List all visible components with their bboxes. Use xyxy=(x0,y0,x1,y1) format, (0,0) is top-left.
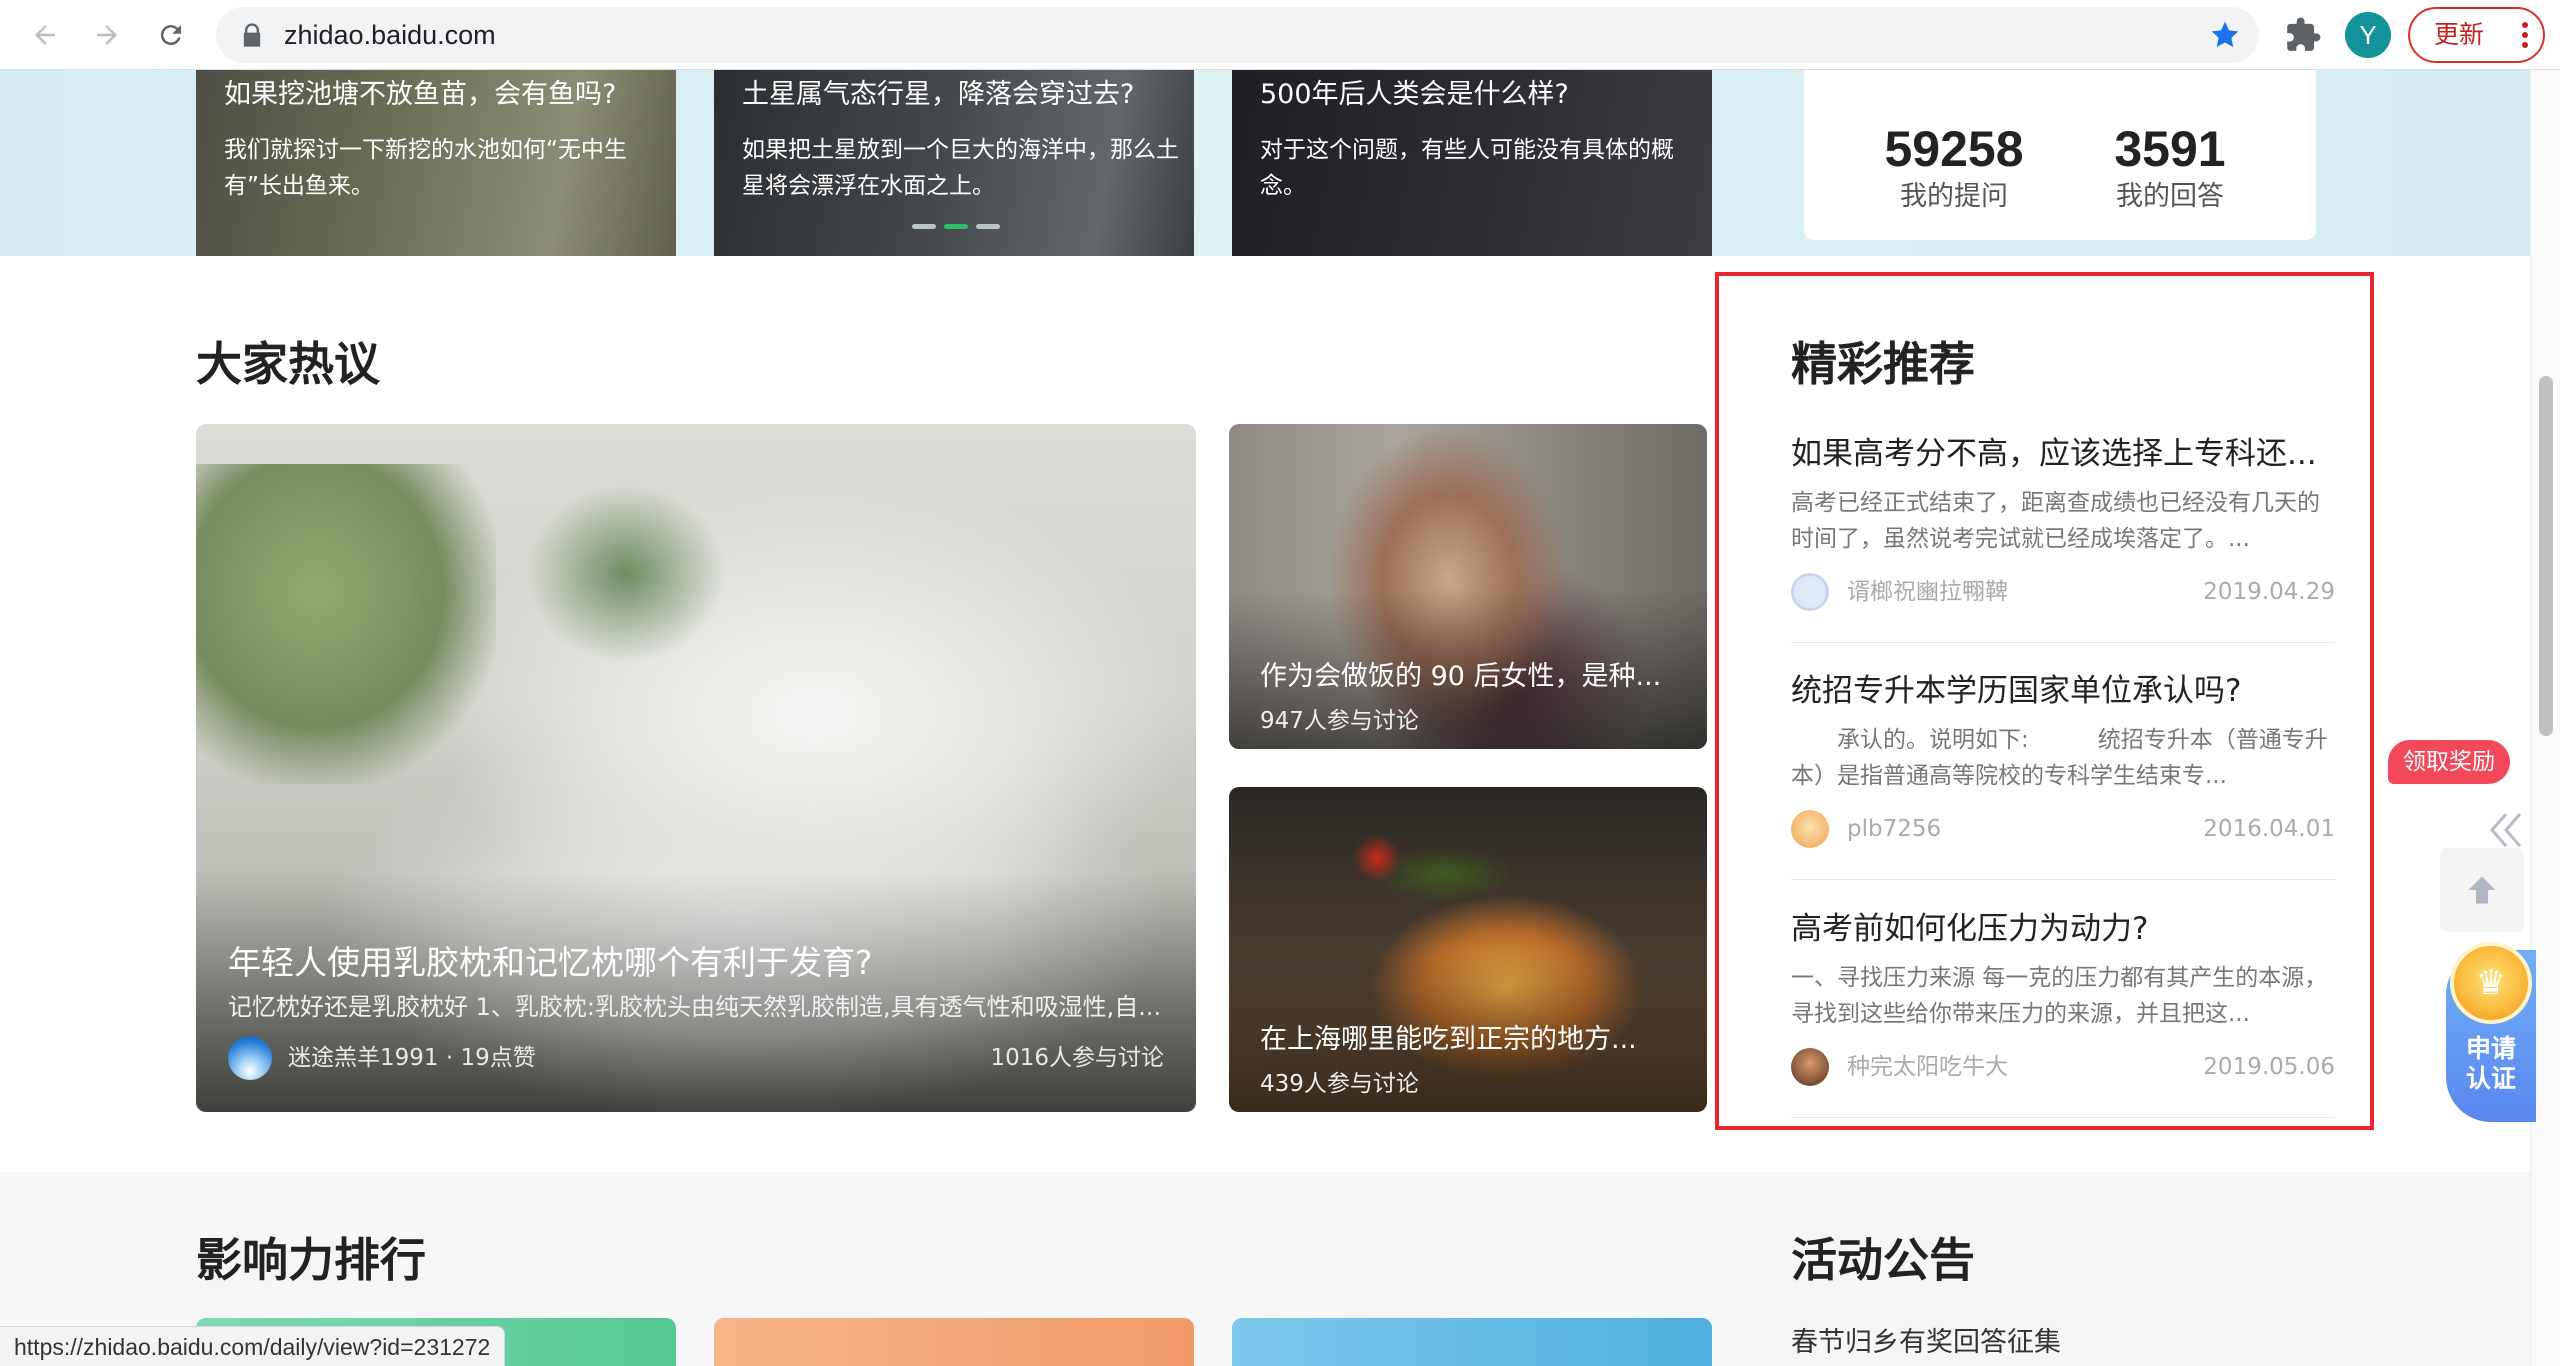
activity-title: 活动公告 xyxy=(1791,1233,1975,1287)
divider xyxy=(1791,642,2335,643)
card-image-decoration xyxy=(526,484,726,664)
activity-item[interactable]: 春节归乡有奖回答征集 xyxy=(1791,1320,2061,1359)
recommend-answer: 承认的。说明如下: 统招专升本（普通专升本）是指普通高等院校的专科学生结束专..… xyxy=(1791,727,2328,789)
update-label: 更新 xyxy=(2434,20,2485,49)
more-vertical-icon xyxy=(2522,22,2528,48)
carousel-indicator xyxy=(912,224,1000,229)
apply-certification-label: 申请 认证 xyxy=(2446,1034,2536,1094)
update-button[interactable]: 更新 xyxy=(2408,7,2545,63)
page-scrollbar[interactable] xyxy=(2530,70,2560,1366)
recommend-title: 精彩推荐 xyxy=(1791,337,1975,391)
recommend-user[interactable]: 谞榔祝豳拉翈鞞 xyxy=(1847,573,2008,611)
recommend-meta: 种完太阳吃牛大 2019.05.06 xyxy=(1791,1048,2335,1086)
forward-button[interactable] xyxy=(86,14,128,56)
reload-button[interactable] xyxy=(150,14,192,56)
banner-card-desc: 对于这个问题，有些人可能没有具体的概念。 xyxy=(1260,137,1674,199)
recommend-question[interactable]: 统招专升本学历国家单位承认吗? xyxy=(1791,665,2335,710)
reload-icon xyxy=(160,25,181,46)
recommend-question[interactable]: 如果高考分不高，应该选择上专科还... xyxy=(1791,428,2335,473)
banner-card[interactable]: 500年后人类会是什么样? 对于这个问题，有些人可能没有具体的概念。 xyxy=(1232,70,1712,256)
banner-card-title: 如果挖池塘不放鱼苗，会有鱼吗? xyxy=(224,79,617,110)
recommend-user[interactable]: plb7256 xyxy=(1847,810,1941,848)
claim-reward-button[interactable]: 领取奖励 xyxy=(2388,740,2510,784)
crown-medal-icon: ♛ xyxy=(2450,942,2532,1024)
status-bar-url: https://zhidao.baidu.com/daily/view?id=2… xyxy=(0,1326,506,1366)
hot-side-card[interactable]: 在上海哪里能吃到正宗的地方... 439人参与讨论 xyxy=(1229,787,1707,1112)
hot-main-author[interactable]: 迷途羔羊1991 · 19点赞 xyxy=(288,1036,536,1080)
hot-main-count: 1016人参与讨论 xyxy=(990,1045,1164,1071)
hot-side-card[interactable]: 作为会做饭的 90 后女性，是种... 947人参与讨论 xyxy=(1229,424,1707,749)
recommend-meta: 谞榔祝豳拉翈鞞 2019.04.29 xyxy=(1791,573,2335,611)
recommend-user[interactable]: 种完太阳吃牛大 xyxy=(1847,1048,2008,1086)
apply-certification-button[interactable]: ♛ 申请 认证 xyxy=(2446,942,2536,1122)
avatar[interactable] xyxy=(1791,810,1829,848)
address-url: zhidao.baidu.com xyxy=(284,20,496,50)
user-stats-card: 59258 我的提问 3591 我的回答 xyxy=(1804,70,2316,240)
arrow-up-icon xyxy=(2468,876,2496,904)
recommend-answer: 高考已经正式结束了，距离查成绩也已经没有几天的时间了，虽然说考完试就已经成埃落定… xyxy=(1791,490,2320,552)
my-answers-count: 3591 xyxy=(2114,121,2226,177)
recommend-item[interactable]: 统招专升本学历国家单位承认吗? 承认的。说明如下: 统招专升本（普通专升本）是指… xyxy=(1791,665,2335,880)
recommend-date: 2019.05.06 xyxy=(2203,1054,2335,1080)
my-questions-stat[interactable]: 59258 我的提问 xyxy=(1854,120,2054,213)
recommend-meta: plb7256 2016.04.01 xyxy=(1791,810,2335,848)
recommend-date: 2019.04.29 xyxy=(2203,579,2335,605)
recommend-item[interactable]: 如果高考分不高，应该选择上专科还... 高考已经正式结束了，距离查成绩也已经没有… xyxy=(1791,428,2335,643)
recommend-question[interactable]: 高考前如何化压力为动力? xyxy=(1791,903,2335,948)
carousel-dot[interactable] xyxy=(976,224,1000,229)
hot-main-meta: 迷途羔羊1991 · 19点赞 1016人参与讨论 xyxy=(228,1036,1164,1080)
address-bar[interactable]: zhidao.baidu.com xyxy=(216,7,2259,63)
avatar[interactable] xyxy=(1791,573,1829,611)
avatar[interactable] xyxy=(1791,1048,1829,1086)
influence-rank-title: 影响力排行 xyxy=(196,1233,426,1287)
scrollbar-thumb[interactable] xyxy=(2539,376,2553,736)
hot-side-title: 作为会做饭的 90 后女性，是种... xyxy=(1260,661,1662,692)
back-arrow-icon xyxy=(35,25,55,45)
bookmark-star-icon[interactable] xyxy=(2209,19,2241,51)
hot-main-title: 年轻人使用乳胶枕和记忆枕哪个有利于发育? xyxy=(228,943,873,982)
carousel-dot-active[interactable] xyxy=(944,224,968,229)
lock-icon xyxy=(243,23,261,47)
extensions-puzzle-icon[interactable] xyxy=(2284,16,2322,54)
avatar[interactable] xyxy=(228,1036,272,1080)
my-answers-stat[interactable]: 3591 我的回答 xyxy=(2070,120,2270,213)
recommend-answer: 一、寻找压力来源 每一克的压力都有其产生的本源，寻找到这些给你带来压力的来源，并… xyxy=(1791,965,2328,1027)
back-button[interactable] xyxy=(24,14,66,56)
hot-main-desc: 记忆枕好还是乳胶枕好 1、乳胶枕:乳胶枕头由纯天然乳胶制造,具有透气性和吸湿性,… xyxy=(228,993,1162,1021)
recommend-item[interactable]: 高考前如何化压力为动力? 一、寻找压力来源 每一克的压力都有其产生的本源，寻找到… xyxy=(1791,903,2335,1118)
my-questions-count: 59258 xyxy=(1884,121,2024,177)
my-questions-label: 我的提问 xyxy=(1900,181,2008,212)
hot-main-card[interactable]: 年轻人使用乳胶枕和记忆枕哪个有利于发育? 记忆枕好还是乳胶枕好 1、乳胶枕:乳胶… xyxy=(196,424,1196,1112)
browser-toolbar: zhidao.baidu.com Y 更新 xyxy=(0,0,2560,70)
top-banner: 如果挖池塘不放鱼苗，会有鱼吗? 我们就探讨一下新挖的水池如何“无中生有”长出鱼来… xyxy=(0,70,2530,256)
profile-avatar[interactable]: Y xyxy=(2345,12,2391,58)
recommend-date: 2016.04.01 xyxy=(2203,816,2335,842)
apply-label-line1: 申请 xyxy=(2465,1034,2516,1063)
card-image-decoration xyxy=(196,464,496,784)
divider xyxy=(1791,1117,2335,1118)
rank-card[interactable] xyxy=(1232,1318,1712,1366)
banner-card-desc: 如果把土星放到一个巨大的海洋中，那么土星将会漂浮在水面之上。 xyxy=(742,137,1179,199)
banner-card-desc: 我们就探讨一下新挖的水池如何“无中生有”长出鱼来。 xyxy=(224,137,627,199)
hot-discussion-title: 大家热议 xyxy=(196,337,380,391)
hot-side-count: 947人参与讨论 xyxy=(1260,708,1419,734)
hot-side-title: 在上海哪里能吃到正宗的地方... xyxy=(1260,1024,1637,1055)
apply-label-line2: 认证 xyxy=(2465,1064,2516,1093)
banner-card[interactable]: 如果挖池塘不放鱼苗，会有鱼吗? 我们就探讨一下新挖的水池如何“无中生有”长出鱼来… xyxy=(196,70,676,256)
divider xyxy=(1791,879,2335,880)
forward-arrow-icon xyxy=(97,25,117,45)
rank-card[interactable] xyxy=(714,1318,1194,1366)
carousel-dot[interactable] xyxy=(912,224,936,229)
banner-card-title: 500年后人类会是什么样? xyxy=(1260,79,1569,110)
back-to-top-button[interactable] xyxy=(2440,848,2524,932)
banner-card-title: 土星属气态行星，降落会穿过去? xyxy=(742,79,1135,110)
hot-side-count: 439人参与讨论 xyxy=(1260,1071,1419,1097)
my-answers-label: 我的回答 xyxy=(2116,181,2224,212)
